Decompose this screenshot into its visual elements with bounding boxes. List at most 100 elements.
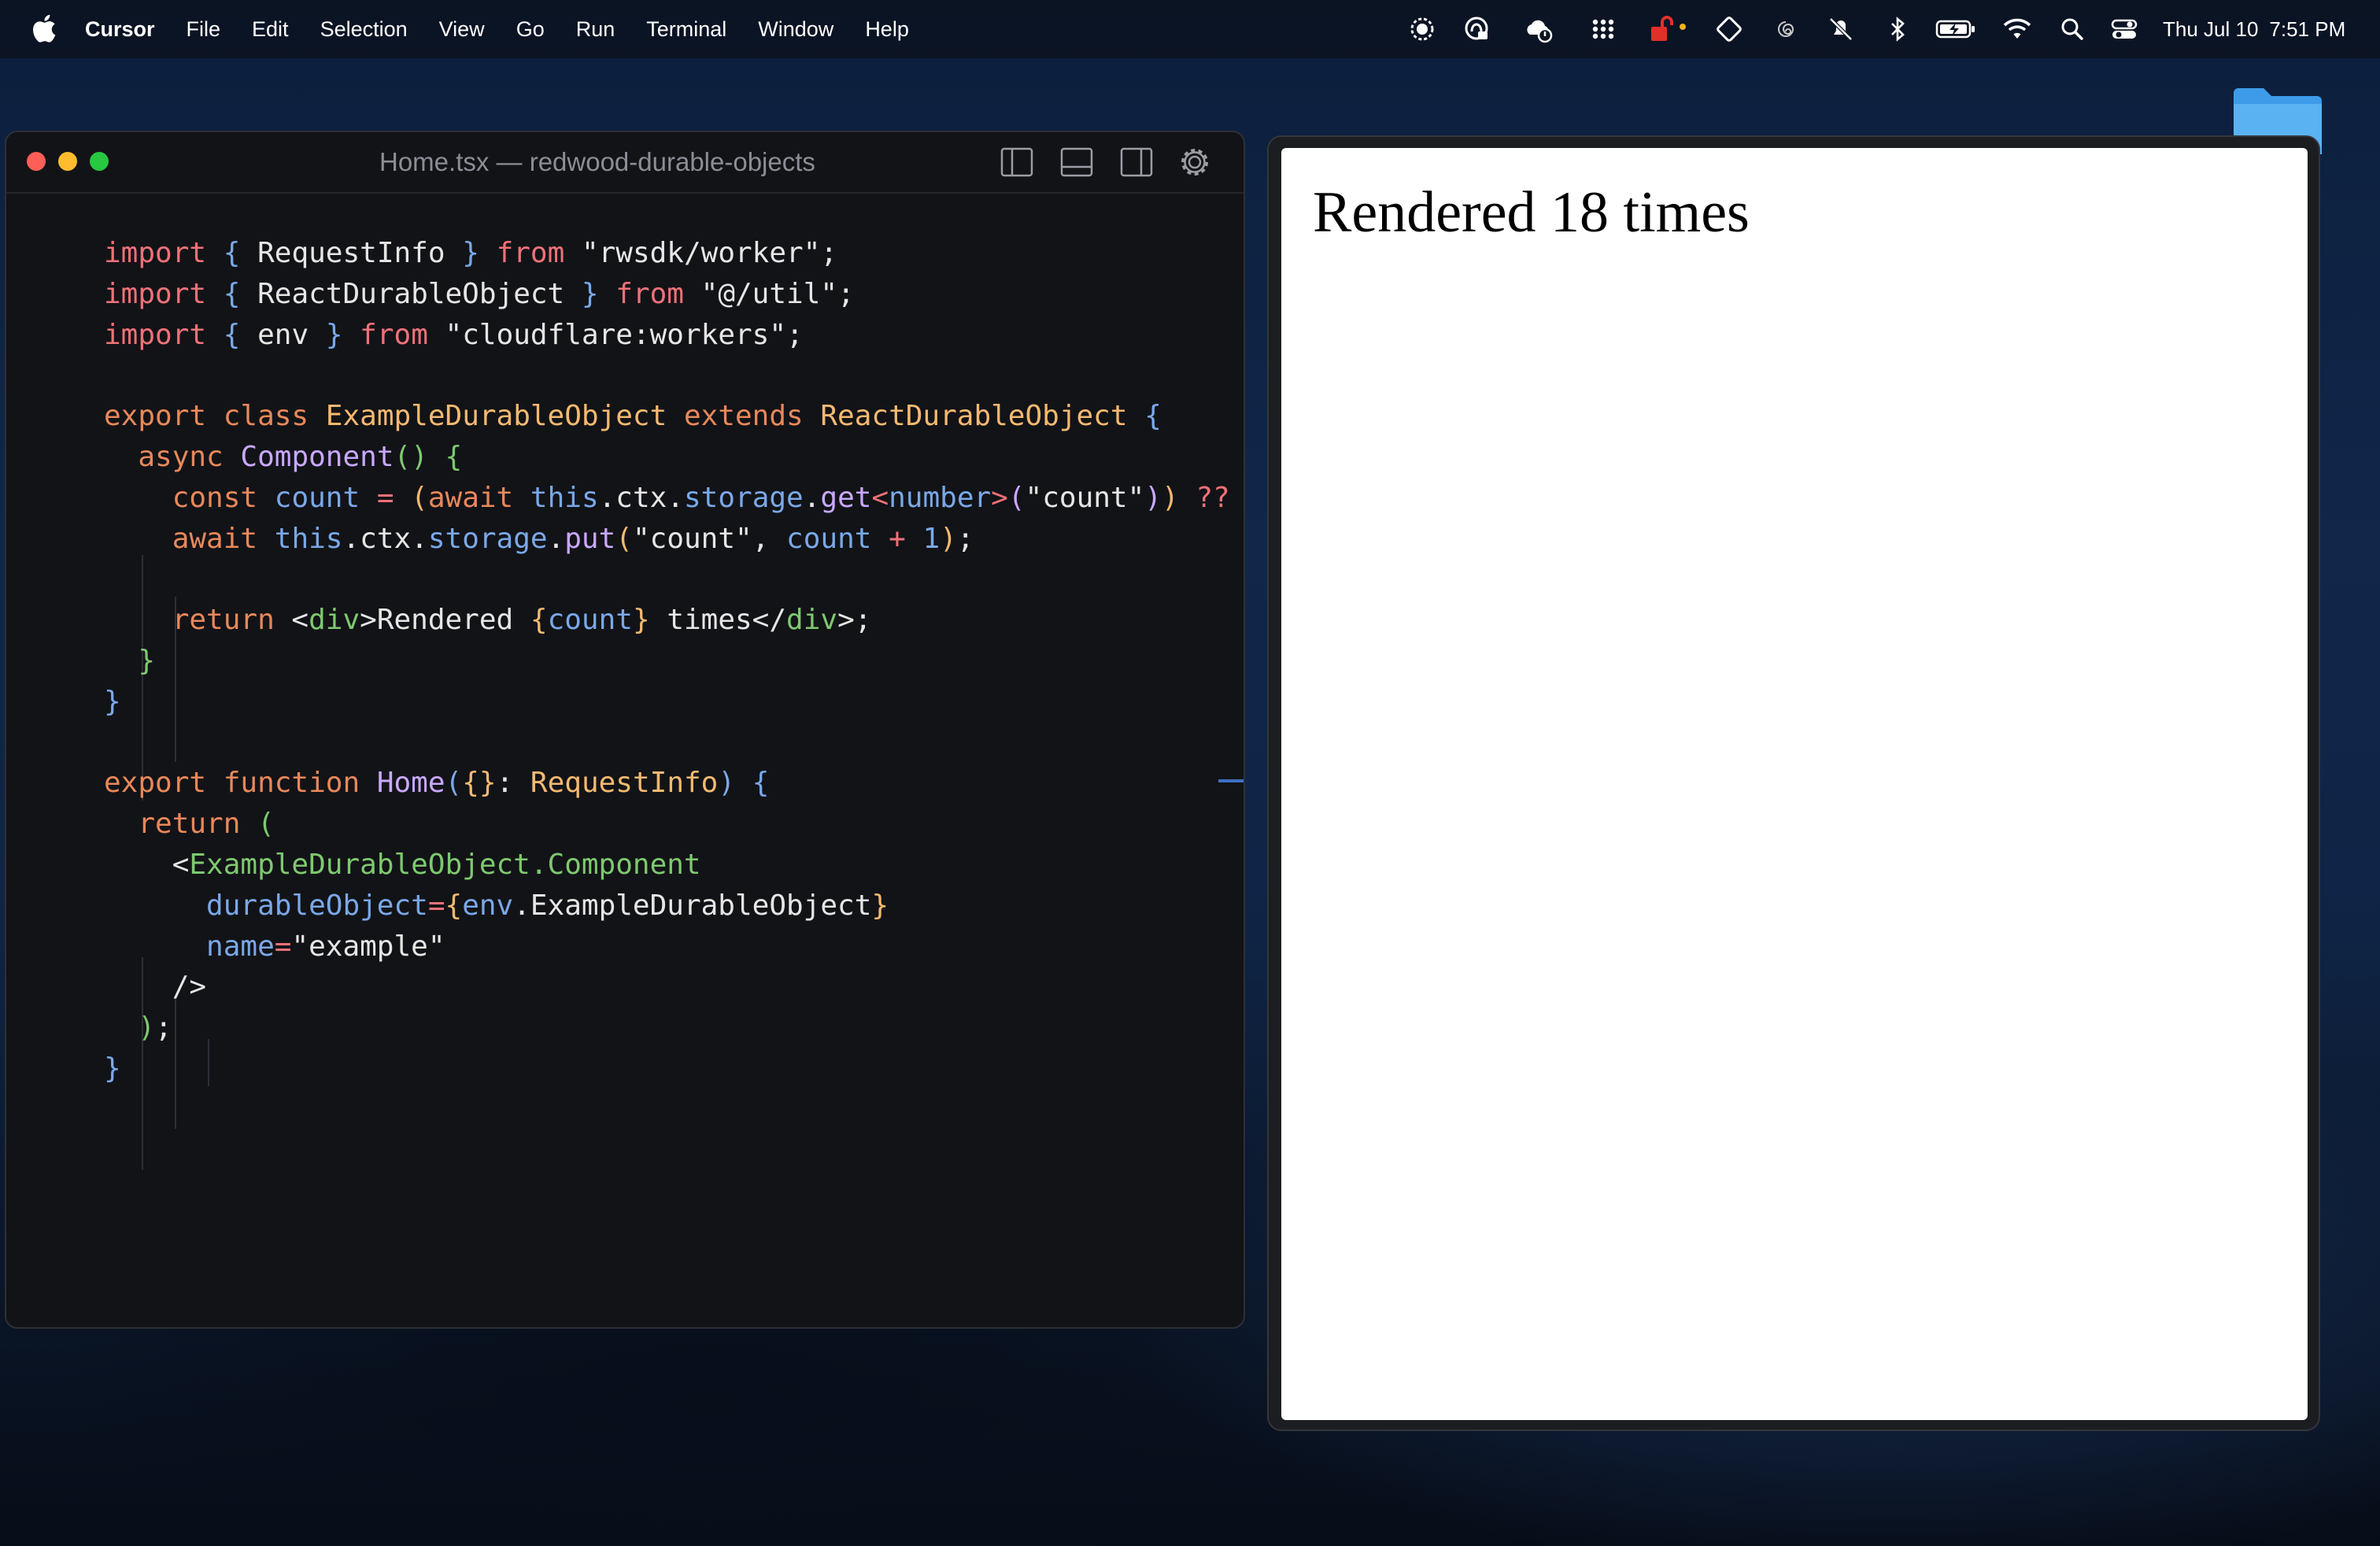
code-line[interactable]: export function Home({}: RequestInfo) { <box>104 763 1244 804</box>
code-token: RequestInfo <box>530 767 719 800</box>
menu-bar: Cursor File Edit Selection View Go Run T… <box>0 0 2380 58</box>
menu-app-name[interactable]: Cursor <box>85 17 155 42</box>
code-line[interactable]: } <box>104 1049 1244 1089</box>
menu-view[interactable]: View <box>439 17 485 42</box>
menubar-clock[interactable]: Thu Jul 10 7:51 PM <box>2163 0 2345 58</box>
editor-window: Home.tsx — redwood-durable-objects impor… <box>5 131 1245 1329</box>
cloud-sync-icon[interactable] <box>1524 14 1554 44</box>
code-token: ) <box>940 522 957 555</box>
code-token: async <box>138 440 224 473</box>
code-line[interactable]: import { ReactDurableObject } from "@/ut… <box>104 274 1244 315</box>
grid-dots-icon[interactable] <box>1588 14 1618 44</box>
code-line[interactable]: async Component() { <box>104 437 1244 478</box>
apple-menu-icon[interactable] <box>30 13 57 44</box>
battery-icon[interactable] <box>1935 14 1977 44</box>
code-token: await <box>427 481 514 514</box>
settings-gear-icon[interactable] <box>1177 146 1212 178</box>
diamond-icon[interactable] <box>1714 14 1744 44</box>
menu-run[interactable]: Run <box>576 17 615 42</box>
code-token: () <box>394 440 428 473</box>
code-line[interactable] <box>104 723 1244 764</box>
code-editor[interactable]: import { RequestInfo } from "rwsdk/worke… <box>104 233 1244 1089</box>
menu-go[interactable]: Go <box>516 17 545 42</box>
code-line[interactable]: const count = (await this.ctx.storage.ge… <box>104 478 1244 519</box>
code-line[interactable] <box>104 355 1244 396</box>
password-icon[interactable] <box>1462 14 1492 44</box>
bluetooth-icon[interactable] <box>1883 14 1913 44</box>
code-token: ?? <box>1196 481 1230 514</box>
swirl-icon[interactable] <box>1771 14 1801 44</box>
code-token: "example" <box>291 930 445 963</box>
code-token: } <box>104 1052 121 1085</box>
code-token: ExampleDurableObject.Component <box>189 848 701 881</box>
toggle-secondary-sidebar-icon[interactable] <box>1119 146 1154 178</box>
code-line[interactable]: return ( <box>104 804 1244 845</box>
code-line[interactable]: export class ExampleDurableObject extend… <box>104 396 1244 437</box>
code-token: class <box>223 400 309 433</box>
code-token: = <box>274 930 292 963</box>
menu-help[interactable]: Help <box>865 17 909 42</box>
code-line[interactable]: } <box>104 641 1244 682</box>
toggle-panel-icon[interactable] <box>1059 146 1094 178</box>
lock-alert-icon[interactable] <box>1650 14 1691 44</box>
code-token: div <box>309 604 360 637</box>
code-line[interactable]: return <div>Rendered {count} times</div>… <box>104 600 1244 641</box>
code-token: storage <box>427 522 548 555</box>
code-token: name <box>206 930 275 963</box>
focus-icon[interactable] <box>1407 14 1437 44</box>
code-token: .ExampleDurableObject <box>513 889 872 922</box>
code-token: } <box>632 604 650 637</box>
code-token: "count", <box>632 522 787 555</box>
code-line[interactable]: /> <box>104 967 1244 1008</box>
code-token: count <box>547 604 633 637</box>
code-line[interactable]: import { env } from "cloudflare:workers"… <box>104 315 1244 356</box>
wifi-icon[interactable] <box>2002 14 2032 44</box>
code-token: return <box>138 808 241 841</box>
browser-viewport[interactable]: Rendered 18 times <box>1281 148 2308 1420</box>
menu-terminal[interactable]: Terminal <box>646 17 726 42</box>
code-line[interactable]: import { RequestInfo } from "rwsdk/worke… <box>104 233 1244 274</box>
code-line[interactable]: ); <box>104 1008 1244 1049</box>
code-token: this <box>274 522 343 555</box>
code-token: ( <box>257 808 275 841</box>
code-token: times</ <box>649 604 787 637</box>
rendered-count-text: Rendered 18 times <box>1313 180 1750 245</box>
code-token: /> <box>104 971 207 1004</box>
code-line[interactable]: await this.ctx.storage.put("count", coun… <box>104 519 1244 560</box>
menu-file[interactable]: File <box>187 17 221 42</box>
code-token: storage <box>684 481 804 514</box>
toggle-primary-sidebar-icon[interactable] <box>1000 146 1034 178</box>
code-token: import <box>104 318 207 351</box>
code-line[interactable]: name="example" <box>104 926 1244 967</box>
code-token: .ctx. <box>342 522 428 555</box>
code-token: ; <box>956 522 974 555</box>
code-token: ReactDurableObject <box>820 400 1128 433</box>
menu-window[interactable]: Window <box>758 17 833 42</box>
code-token: < <box>104 848 190 881</box>
menu-selection[interactable]: Selection <box>320 17 408 42</box>
code-token: . <box>803 481 821 514</box>
spotlight-search-icon[interactable] <box>2057 14 2087 44</box>
control-center-icon[interactable] <box>2109 14 2139 44</box>
code-token: number <box>889 481 992 514</box>
code-token: function <box>223 767 360 800</box>
code-token: "count" <box>1025 481 1145 514</box>
code-token: count <box>274 481 360 514</box>
no-notifications-icon[interactable] <box>1826 14 1856 44</box>
code-token: + <box>871 522 923 555</box>
code-line[interactable]: <ExampleDurableObject.Component <box>104 845 1244 886</box>
code-line[interactable]: } <box>104 682 1244 723</box>
code-line[interactable] <box>104 559 1244 600</box>
code-line[interactable]: durableObject={env.ExampleDurableObject} <box>104 886 1244 926</box>
menu-edit[interactable]: Edit <box>252 17 289 42</box>
code-token: import <box>104 237 207 269</box>
code-token: { <box>223 237 241 269</box>
